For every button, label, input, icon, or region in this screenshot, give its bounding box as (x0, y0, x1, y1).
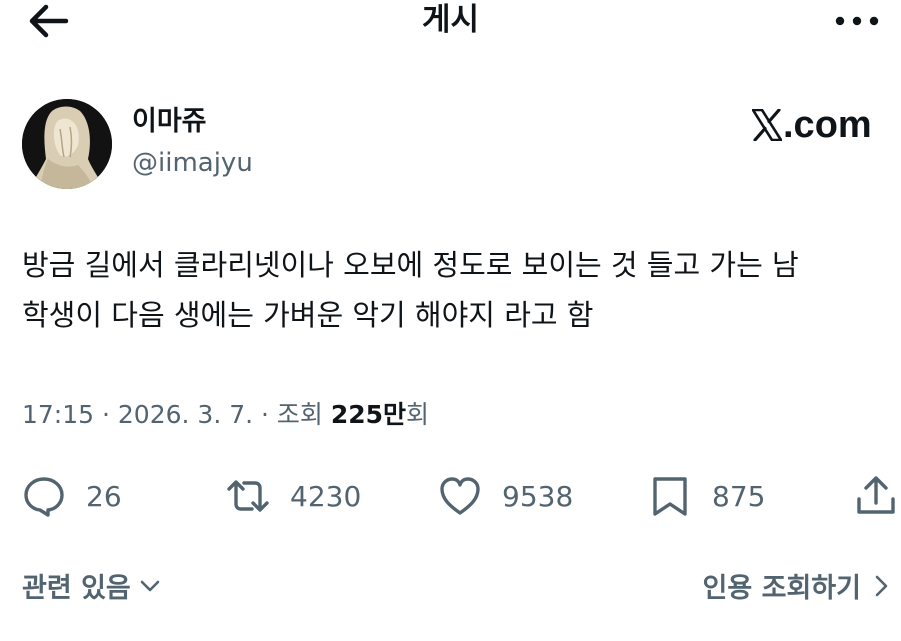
page-title: 게시 (421, 2, 480, 38)
heart-icon (440, 477, 480, 515)
view-quotes-link[interactable]: 인용 조회하기 (703, 566, 891, 605)
x-com-logo-text: .com (783, 103, 872, 146)
related-label: 관련 있음 (22, 573, 131, 604)
views-label: 조회 (276, 400, 331, 429)
repost-button[interactable]: 4230 (226, 470, 361, 522)
related-dropdown[interactable]: 관련 있음 (22, 566, 161, 605)
meta-separator: · (94, 400, 118, 429)
tweet-meta: 17:15 · 2026. 3. 7. · 조회 225만회 (22, 397, 429, 433)
reply-count: 26 (86, 479, 122, 513)
tweet-text: 방금 길에서 클라리넷이나 오보에 정도로 보이는 것 들고 가는 남 학생이 … (22, 240, 887, 340)
quotes-label: 인용 조회하기 (702, 573, 861, 604)
veiled-statue-avatar (22, 99, 112, 189)
bookmark-count: 875 (712, 479, 766, 513)
bottom-row: 관련 있음 인용 조회하기 (0, 566, 901, 606)
chevron-right-icon (875, 575, 888, 596)
tweet-line: 방금 길에서 클라리넷이나 오보에 정도로 보이는 것 들고 가는 남 (22, 248, 799, 282)
tweet-date[interactable]: 2026. 3. 7. (118, 400, 253, 429)
repost-icon (227, 480, 269, 512)
like-count: 9538 (502, 479, 574, 513)
user-handle[interactable]: @iimajyu (132, 146, 253, 180)
top-bar: 게시 (0, 0, 901, 44)
like-button[interactable]: 9538 (438, 470, 573, 522)
bookmark-icon (653, 477, 687, 516)
bookmark-button[interactable]: 875 (648, 470, 765, 522)
more-horizontal-icon (835, 16, 879, 26)
chevron-down-icon (140, 580, 160, 591)
x-logo-icon (752, 109, 782, 141)
action-bar: 26 4230 9538 875 (0, 470, 901, 522)
meta-separator: · (253, 400, 277, 429)
tweet-line: 학생이 다음 생에는 가벼운 악기 해야지 라고 함 (22, 298, 594, 332)
views-unit: 회 (406, 400, 430, 429)
tweet-time[interactable]: 17:15 (22, 400, 94, 429)
share-button[interactable] (854, 470, 898, 522)
share-icon (857, 476, 895, 514)
reply-icon (24, 477, 64, 517)
views-count: 225만 (330, 400, 407, 429)
display-name[interactable]: 이마쥬 (132, 104, 207, 140)
more-options-button[interactable] (830, 6, 884, 32)
x-com-watermark: .com (752, 103, 872, 147)
reply-button[interactable]: 26 (22, 470, 122, 522)
avatar[interactable] (22, 99, 112, 189)
repost-count: 4230 (290, 479, 362, 513)
